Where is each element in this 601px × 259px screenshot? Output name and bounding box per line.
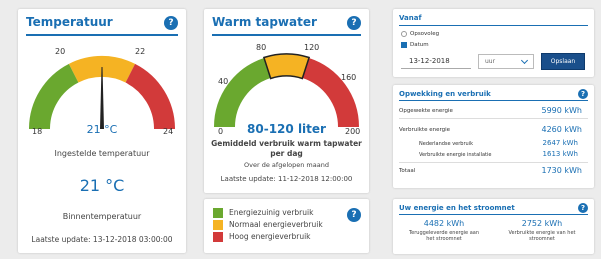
tick-120: 120 (304, 43, 320, 52)
row-label: Nederlandse verbruik (419, 141, 473, 147)
row-value: 2647 kWh (542, 139, 578, 147)
chevron-down-icon (520, 56, 529, 65)
gauge-current-value: 21 °C (86, 123, 118, 136)
row-value: 1613 kWh (542, 150, 578, 158)
row-value: 1730 kWh (541, 166, 582, 175)
last-update: Laatste update: 13-12-2018 03:00:00 (31, 235, 173, 244)
help-icon[interactable]: ? (578, 203, 588, 213)
gauge-segment-green (28, 63, 79, 130)
stroomnet-title: Uw energie en het stroomnet (399, 204, 515, 212)
opwekking-card: Opwekking en verbruik ? Opgewekte energi… (393, 85, 594, 188)
returned-energy-value: 4482 kWh (423, 219, 465, 228)
legend-label: Energiezuinig verbruik (229, 208, 314, 217)
last-update: Laatste update: 11-12-2018 12:00:00 (220, 175, 353, 183)
title-divider (399, 100, 588, 101)
water-usage-caption-line2: per dag (270, 149, 303, 158)
legend-swatch-red (213, 232, 223, 242)
date-value: 13-12-2018 (409, 57, 450, 65)
row-divider (399, 162, 588, 163)
row-divider (399, 118, 588, 119)
gauge-segment-green (213, 58, 272, 127)
row-label: Opgewekte energie (399, 108, 453, 114)
title-divider (399, 25, 588, 26)
tick-40: 40 (218, 77, 229, 86)
stroomnet-card: Uw energie en het stroomnet ? 4482 kWh T… (393, 199, 594, 254)
help-icon[interactable]: ? (347, 208, 361, 222)
tick-160: 160 (341, 73, 357, 82)
temperature-gauge (28, 56, 176, 130)
row-label: Totaal (399, 168, 416, 174)
legend-label: Normaal energieverbruik (229, 220, 323, 229)
row-label: Verbruikte energie installatie (419, 152, 492, 158)
legend-label: Hoog energieverbruik (229, 232, 311, 241)
warm-water-card: Warm tapwater ? 0 40 80 120 160 200 80-1… (204, 9, 369, 193)
help-icon[interactable]: ? (578, 89, 588, 99)
water-usage-caption-line1: Gemiddeld verbruik warm tapwater (211, 139, 362, 148)
legend-item: Hoog energieverbruik (213, 232, 343, 242)
select-value: uur (485, 58, 496, 65)
help-icon[interactable]: ? (347, 16, 361, 30)
consumed-energy-caption: Verbruikte energie van het stroomnet (508, 230, 576, 242)
radio-option-label: Opsovoleg (410, 31, 440, 37)
water-usage-value: 80-120 liter (247, 122, 326, 136)
help-icon[interactable]: ? (164, 16, 178, 30)
vanaf-card: Vanaf Opsovoleg Datum 13-12-2018 uur Ops… (393, 9, 594, 77)
row-label: Verbruikte energie (399, 127, 451, 133)
warm-water-gauge (213, 53, 360, 127)
tick-22: 22 (135, 47, 146, 56)
tick-80: 80 (256, 43, 267, 52)
title-divider (399, 214, 588, 215)
temperature-card: Temperatuur ? 18 20 22 24 21 °C Ingestel… (18, 9, 186, 253)
checkbox-datum[interactable] (401, 42, 407, 48)
warm-water-title: Warm tapwater (212, 15, 317, 29)
radio-option-opsovoleg[interactable] (401, 31, 407, 37)
legend-card: ? Energiezuinig verbruik Normaal energie… (204, 199, 369, 253)
date-input[interactable]: 13-12-2018 (401, 54, 471, 69)
returned-energy-caption: Teruggeleverde energie aan het stroomnet (408, 230, 480, 242)
set-temperature-label: Ingestelde temperatuur (54, 149, 150, 158)
legend-swatch-yellow (213, 220, 223, 230)
time-unit-select[interactable]: uur (478, 54, 534, 69)
save-button[interactable]: Opslaan (541, 53, 585, 70)
temperature-title: Temperatuur (26, 15, 113, 29)
checkbox-label: Datum (410, 42, 429, 48)
row-value: 4260 kWh (541, 125, 582, 134)
title-divider (26, 34, 178, 36)
water-usage-period: Over de afgelopen maand (244, 161, 329, 169)
legend-item: Normaal energieverbruik (213, 220, 343, 230)
legend-swatch-green (213, 208, 223, 218)
gauge-segment-red (125, 63, 176, 130)
title-divider (212, 34, 361, 36)
vanaf-title: Vanaf (399, 14, 422, 22)
legend-item: Energiezuinig verbruik (213, 208, 343, 218)
gauge-segment-yellow (264, 54, 309, 79)
tick-20: 20 (55, 47, 66, 56)
row-value: 5990 kWh (541, 106, 582, 115)
indoor-temperature-value: 21 °C (79, 176, 125, 195)
indoor-temperature-label: Binnentemperatuur (62, 212, 142, 221)
consumed-energy-value: 2752 kWh (521, 219, 563, 228)
opwekking-title: Opwekking en verbruik (399, 90, 491, 98)
